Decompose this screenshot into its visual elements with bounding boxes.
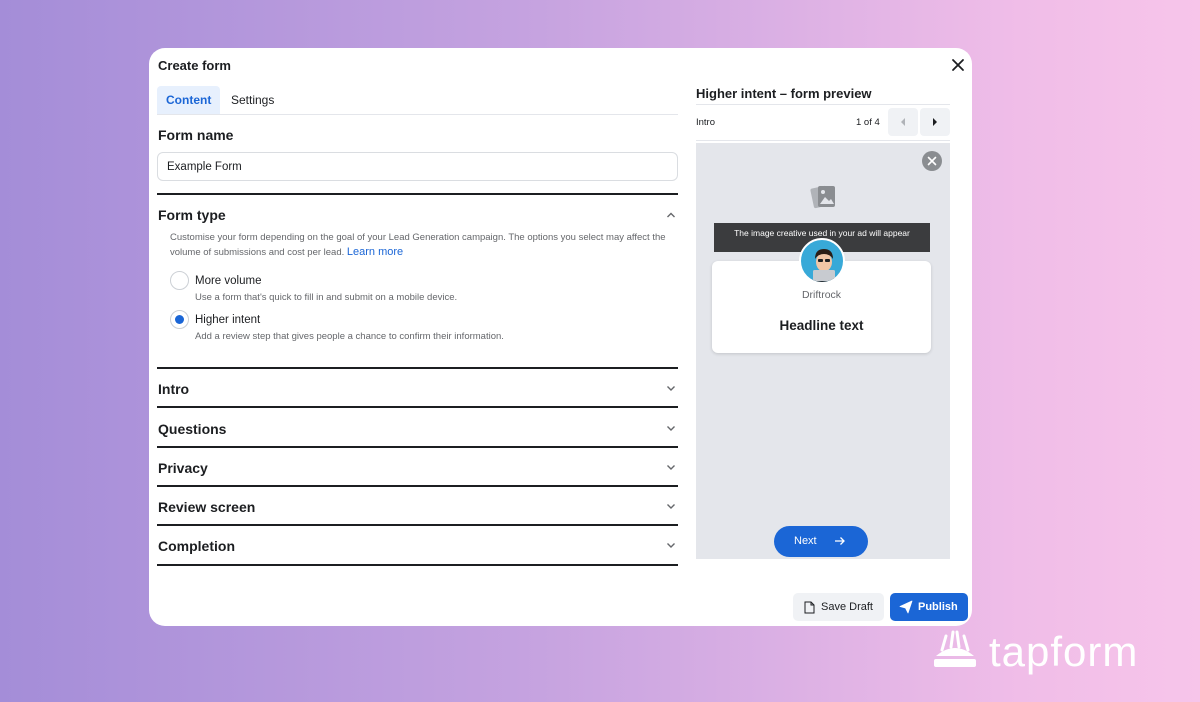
save-draft-button[interactable]: Save Draft [793,593,884,621]
chevron-down-icon[interactable] [665,461,677,473]
preview-step-label: Intro [696,117,716,128]
preview-divider [696,140,950,141]
previous-page-button[interactable] [888,108,918,136]
section-divider [157,485,678,487]
preview-close-icon[interactable] [922,151,942,171]
send-icon [899,600,913,614]
publish-button[interactable]: Publish [890,593,968,621]
arrow-right-icon [835,537,845,545]
triangle-right-icon [933,118,937,126]
publish-label: Publish [918,601,958,613]
preview-divider [696,104,950,105]
next-button-label: Next [794,535,817,547]
section-completion[interactable]: Completion [158,538,235,554]
section-divider [157,367,678,369]
section-intro[interactable]: Intro [158,381,189,397]
section-review-screen[interactable]: Review screen [158,499,255,515]
form-preview-canvas: The image creative used in your ad will … [696,143,950,559]
tab-bar: Content Settings [157,86,678,115]
section-privacy[interactable]: Privacy [158,460,208,476]
save-draft-label: Save Draft [821,601,873,613]
form-type-heading: Form type [158,207,226,223]
form-type-description-text: Customise your form depending on the goa… [170,232,666,258]
tab-settings[interactable]: Settings [222,86,283,114]
chevron-down-icon[interactable] [665,500,677,512]
headline-text: Headline text [779,318,864,333]
preview-page-indicator: 1 of 4 [856,117,880,128]
next-page-button[interactable] [920,108,950,136]
form-name-input[interactable] [157,152,678,181]
tapform-logo-icon [934,630,976,667]
triangle-left-icon [901,118,905,126]
image-placeholder-icon [810,185,835,209]
section-divider [157,406,678,408]
chevron-down-icon[interactable] [665,539,677,551]
next-button[interactable]: Next [774,526,868,557]
higher-intent-description: Add a review step that gives people a ch… [195,331,504,342]
create-form-dialog: Create form Content Settings Form name F… [149,48,972,626]
dialog-title: Create form [158,58,231,73]
section-divider [157,193,678,195]
document-icon [804,601,815,614]
form-type-description: Customise your form depending on the goa… [170,231,670,260]
tapform-wordmark: tapform [989,628,1139,675]
learn-more-link[interactable]: Learn more [347,246,403,258]
higher-intent-label: Higher intent [195,314,261,326]
tapform-logo: tapform [933,628,1137,678]
brand-name: Driftrock [801,289,842,301]
close-icon[interactable] [949,56,967,74]
more-volume-label: More volume [195,275,262,287]
chevron-up-icon[interactable] [665,209,677,221]
more-volume-description: Use a form that's quick to fill in and s… [195,292,458,303]
section-divider [157,564,678,566]
section-questions[interactable]: Questions [158,421,226,437]
chevron-down-icon[interactable] [665,382,677,394]
avatar [799,238,845,284]
section-divider [157,446,678,448]
more-volume-radio[interactable] [170,271,189,290]
higher-intent-radio[interactable] [170,310,189,329]
section-divider [157,524,678,526]
tab-content[interactable]: Content [157,86,221,114]
preview-title: Higher intent – form preview [696,86,872,101]
form-name-heading: Form name [158,127,234,143]
chevron-down-icon[interactable] [665,422,677,434]
